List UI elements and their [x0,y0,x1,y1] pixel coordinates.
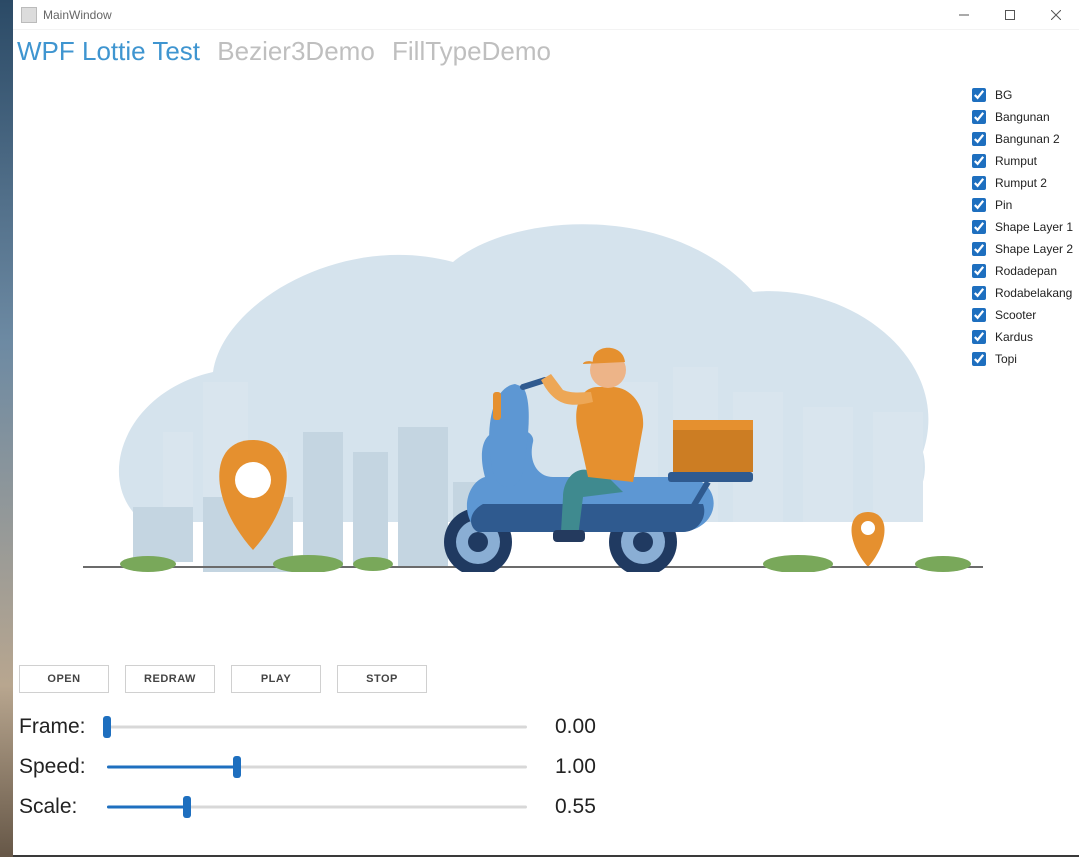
frame-label: Frame: [19,715,107,739]
layer-item[interactable]: BG [968,85,1073,105]
tab-bezier3demo[interactable]: Bezier3Demo [217,36,375,66]
frame-value: 0.00 [555,715,596,739]
close-button[interactable] [1033,0,1079,30]
tab-lottie-test[interactable]: WPF Lottie Test [17,36,200,66]
speed-slider-row: Speed: 1.00 [19,755,1073,779]
cargo-box [673,420,753,472]
scale-label: Scale: [19,795,107,819]
tab-header: WPF Lottie Test Bezier3Demo FillTypeDemo [13,30,1079,67]
layer-item[interactable]: Bangunan [968,107,1073,127]
app-icon [21,7,37,23]
layer-checkbox[interactable] [972,88,986,102]
scale-slider[interactable] [107,795,527,819]
layer-label: BG [995,88,1012,102]
minimize-button[interactable] [941,0,987,30]
layer-label: Bangunan 2 [995,132,1060,146]
layer-item[interactable]: Bangunan 2 [968,129,1073,149]
maximize-button[interactable] [987,0,1033,30]
frame-slider[interactable] [107,715,527,739]
play-button[interactable]: PLAY [231,665,321,693]
redraw-button[interactable]: REDRAW [125,665,215,693]
layer-label: Bangunan [995,110,1050,124]
scale-slider-row: Scale: 0.55 [19,795,1073,819]
headlight [493,392,501,420]
title-bar: MainWindow [13,0,1079,30]
lottie-illustration [53,152,1013,572]
animation-canvas: BGBangunanBangunan 2RumputRumput 2PinSha… [13,67,1079,665]
scooter-dark [471,504,704,532]
map-pin-small [852,512,885,567]
speed-label: Speed: [19,755,107,779]
tab-filltypedemo[interactable]: FillTypeDemo [392,36,551,66]
speed-value: 1.00 [555,755,596,779]
scale-value: 0.55 [555,795,596,819]
frame-slider-row: Frame: 0.00 [19,715,1073,739]
layer-checkbox[interactable] [972,132,986,146]
stop-button[interactable]: STOP [337,665,427,693]
main-window: MainWindow WPF Lottie Test Bezier3Demo F… [13,0,1079,855]
controls-panel: OPEN REDRAW PLAY STOP Frame: 0.00 Speed: [13,665,1079,855]
open-button[interactable]: OPEN [19,665,109,693]
window-title: MainWindow [43,8,112,22]
rear-rack [668,472,753,482]
layer-checkbox[interactable] [972,110,986,124]
speed-slider[interactable] [107,755,527,779]
